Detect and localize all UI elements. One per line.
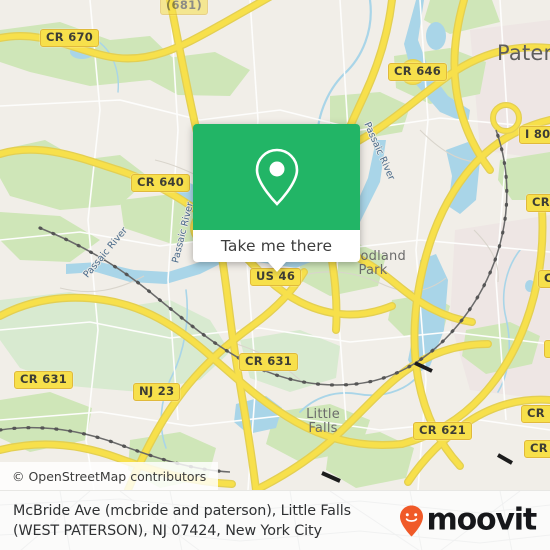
shield-cr-640[interactable]: CR 640 bbox=[131, 174, 191, 192]
shield-nj-23[interactable]: NJ 23 bbox=[133, 383, 181, 401]
footer-bar: McBride Ave (mcbride and paterson), Litt… bbox=[0, 490, 550, 550]
map-pin-icon bbox=[255, 148, 298, 206]
moovit-wordmark: moovit bbox=[426, 502, 538, 538]
location-popup-card[interactable]: Take me there bbox=[193, 124, 360, 272]
shield-cr-east-2[interactable]: C bbox=[538, 270, 550, 288]
shield-cr-631-mid[interactable]: CR 631 bbox=[239, 353, 299, 371]
moovit-smiley-pin-icon bbox=[399, 505, 423, 536]
take-me-there-label: Take me there bbox=[220, 237, 333, 255]
take-me-there-button[interactable]: Take me there bbox=[193, 230, 360, 262]
shield-681[interactable]: (681) bbox=[160, 0, 209, 15]
shield-cr-631-right[interactable]: CR 631 bbox=[521, 405, 550, 423]
popup-pin-panel bbox=[193, 124, 360, 230]
moovit-logo[interactable]: moovit bbox=[398, 502, 538, 538]
shield-cr-east-1[interactable]: CR 6 bbox=[526, 194, 550, 212]
address-line-2: (WEST PATERSON), NJ 07424, New York City bbox=[13, 522, 322, 539]
address-line-1: McBride Ave (mcbride and paterson), Litt… bbox=[13, 502, 351, 519]
shield-cr-621[interactable]: CR 621 bbox=[413, 422, 473, 440]
shield-cr-670[interactable]: CR 670 bbox=[40, 29, 100, 47]
moovit-map-screenshot: .park { fill:#cfe6b8; } .park2 { fill:#d… bbox=[0, 0, 550, 550]
shield-i-80[interactable]: I 80 bbox=[519, 126, 550, 144]
shield-cr-631-left[interactable]: CR 631 bbox=[14, 371, 74, 389]
location-address: McBride Ave (mcbride and paterson), Litt… bbox=[0, 501, 400, 541]
map-canvas[interactable]: .park { fill:#cfe6b8; } .park2 { fill:#d… bbox=[0, 0, 550, 490]
shield-cr-646[interactable]: CR 646 bbox=[388, 63, 448, 81]
popup-tail bbox=[267, 262, 286, 272]
shield-cr-east-3[interactable]: C bbox=[544, 340, 550, 358]
osm-attribution[interactable]: © OpenStreetMap contributors bbox=[0, 462, 219, 490]
shield-cr-bottom[interactable]: CR 6 bbox=[524, 440, 550, 458]
osm-attribution-label: © OpenStreetMap contributors bbox=[12, 468, 207, 484]
